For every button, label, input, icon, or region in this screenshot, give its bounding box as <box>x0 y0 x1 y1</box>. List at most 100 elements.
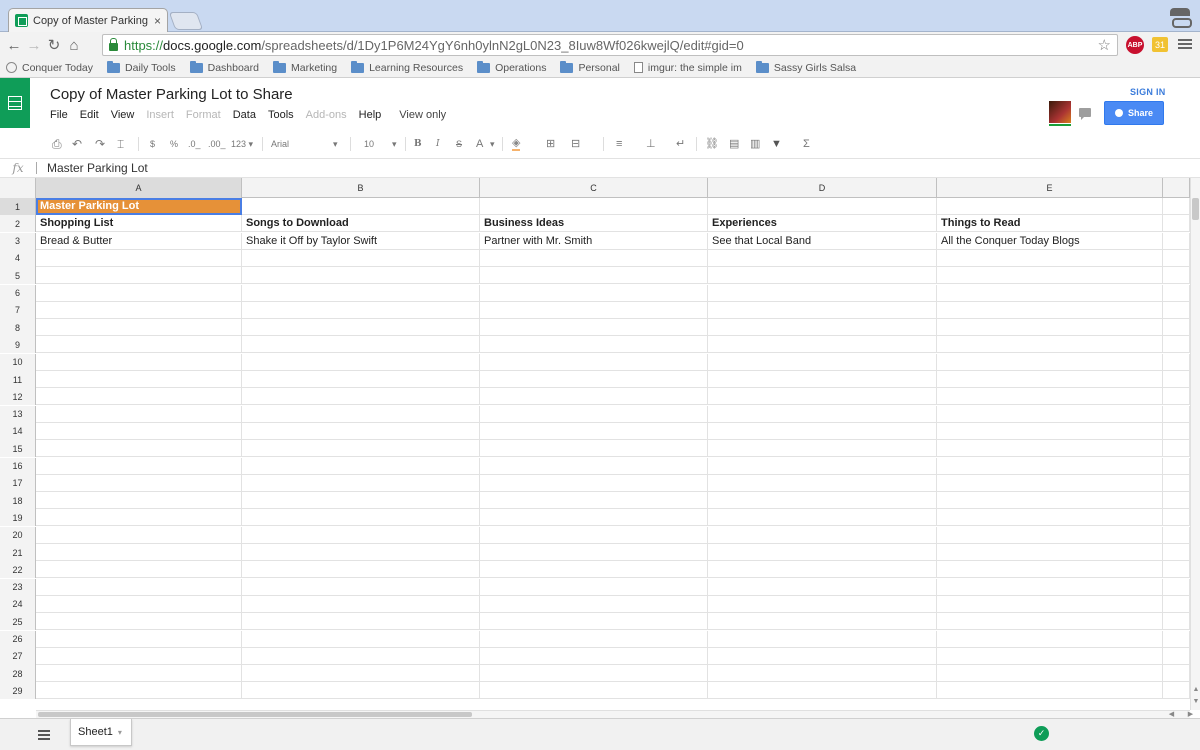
row-header[interactable]: 29 <box>0 682 36 700</box>
cell-blank[interactable] <box>1163 267 1190 285</box>
vertical-scroll-thumb[interactable] <box>1192 198 1199 220</box>
cell-e15[interactable] <box>937 440 1163 458</box>
cell-c7[interactable] <box>480 301 708 319</box>
text-color-dropdown-icon[interactable]: ▾ <box>490 137 495 151</box>
decrease-decimal-button[interactable]: .0_ <box>188 137 201 151</box>
cell-blank[interactable] <box>1163 198 1190 215</box>
bookmark-item[interactable]: Conquer Today <box>6 62 93 74</box>
cell-c18[interactable] <box>480 492 708 510</box>
formula-input[interactable]: Master Parking Lot <box>47 161 148 175</box>
cell-e19[interactable] <box>937 509 1163 527</box>
cell-a7[interactable] <box>36 301 242 319</box>
cell-a10[interactable] <box>36 353 242 371</box>
cell-b27[interactable] <box>242 647 480 665</box>
menu-edit[interactable]: Edit <box>80 109 99 121</box>
cell-blank[interactable] <box>1163 371 1190 388</box>
column-header-d[interactable]: D <box>708 178 937 198</box>
cell-c29[interactable] <box>480 682 708 700</box>
cell-b21[interactable] <box>242 544 480 561</box>
row-header[interactable]: 2 <box>0 215 36 233</box>
cell-a14[interactable] <box>36 422 242 440</box>
cell-b20[interactable] <box>242 526 480 544</box>
bookmark-item[interactable]: Personal <box>560 60 620 74</box>
bookmark-item[interactable]: Marketing <box>272 60 337 74</box>
functions-button[interactable]: Σ <box>803 137 810 151</box>
cell-a3[interactable]: Bread & Butter <box>36 232 242 250</box>
cell-blank[interactable] <box>1163 215 1190 233</box>
cell-c9[interactable] <box>480 336 708 354</box>
cell-b5[interactable] <box>242 267 480 285</box>
cell-b8[interactable] <box>242 319 480 337</box>
cell-e3[interactable]: All the Conquer Today Blogs <box>937 232 1163 250</box>
cell-b25[interactable] <box>242 613 480 631</box>
row-header[interactable]: 16 <box>0 457 36 475</box>
cell-b29[interactable] <box>242 682 480 700</box>
cell-d7[interactable] <box>708 301 937 319</box>
menu-insert[interactable]: Insert <box>146 109 174 121</box>
cell-blank[interactable] <box>1163 544 1190 561</box>
cell-b16[interactable] <box>242 457 480 475</box>
cell-blank[interactable] <box>1163 509 1190 527</box>
cell-b18[interactable] <box>242 492 480 510</box>
cell-a13[interactable] <box>36 405 242 423</box>
cell-a1[interactable]: Master Parking Lot <box>36 198 242 215</box>
cell-c26[interactable] <box>480 630 708 648</box>
horizontal-scroll-thumb[interactable] <box>38 712 472 717</box>
cell-b9[interactable] <box>242 336 480 354</box>
cell-blank[interactable] <box>1163 613 1190 631</box>
text-color-button[interactable]: A <box>476 137 483 151</box>
cell-e2[interactable]: Things to Read <box>937 215 1163 233</box>
row-header[interactable]: 1 <box>0 198 36 215</box>
menu-view[interactable]: View <box>111 109 135 121</box>
cell-c19[interactable] <box>480 509 708 527</box>
cell-c20[interactable] <box>480 526 708 544</box>
cell-c23[interactable] <box>480 578 708 596</box>
cell-a8[interactable] <box>36 319 242 337</box>
horizontal-scrollbar[interactable] <box>36 710 1190 718</box>
cell-b15[interactable] <box>242 440 480 458</box>
home-icon[interactable]: ⌂ <box>64 35 84 55</box>
sheet-tab[interactable]: Sheet1 ▾ <box>70 719 132 746</box>
cell-b19[interactable] <box>242 509 480 527</box>
cell-c25[interactable] <box>480 613 708 631</box>
vertical-scrollbar[interactable]: ▲ ▼ <box>1190 178 1200 710</box>
row-header[interactable]: 20 <box>0 526 36 544</box>
cell-a29[interactable] <box>36 682 242 700</box>
cell-b17[interactable] <box>242 474 480 492</box>
cell-d21[interactable] <box>708 544 937 561</box>
cell-d22[interactable] <box>708 561 937 579</box>
row-header[interactable]: 11 <box>0 371 36 388</box>
cell-d16[interactable] <box>708 457 937 475</box>
cell-a2[interactable]: Shopping List <box>36 215 242 233</box>
cell-b7[interactable] <box>242 301 480 319</box>
cell-a27[interactable] <box>36 647 242 665</box>
cell-a6[interactable] <box>36 284 242 302</box>
cell-a4[interactable] <box>36 249 242 267</box>
cell-blank[interactable] <box>1163 682 1190 700</box>
cell-d20[interactable] <box>708 526 937 544</box>
cell-a5[interactable] <box>36 267 242 285</box>
comments-icon[interactable] <box>1079 108 1091 120</box>
cell-b4[interactable] <box>242 249 480 267</box>
cell-a19[interactable] <box>36 509 242 527</box>
cell-e29[interactable] <box>937 682 1163 700</box>
select-all-corner[interactable] <box>0 178 36 198</box>
cell-b2[interactable]: Songs to Download <box>242 215 480 233</box>
address-bar[interactable]: https://docs.google.com/spreadsheets/d/1… <box>102 34 1118 56</box>
filter-icon[interactable]: ▼ <box>771 137 782 151</box>
cell-c14[interactable] <box>480 422 708 440</box>
cell-e16[interactable] <box>937 457 1163 475</box>
font-family-dropdown-icon[interactable]: ▾ <box>333 137 338 151</box>
paint-format-icon[interactable]: ⌶ <box>117 137 124 151</box>
cell-blank[interactable] <box>1163 422 1190 440</box>
cell-a28[interactable] <box>36 665 242 683</box>
cell-c10[interactable] <box>480 353 708 371</box>
cell-d2[interactable]: Experiences <box>708 215 937 233</box>
row-header[interactable]: 28 <box>0 665 36 683</box>
undo-icon[interactable]: ↶ <box>72 137 82 151</box>
cell-e10[interactable] <box>937 353 1163 371</box>
cell-d28[interactable] <box>708 665 937 683</box>
row-header[interactable]: 8 <box>0 319 36 337</box>
cell-c28[interactable] <box>480 665 708 683</box>
cell-a18[interactable] <box>36 492 242 510</box>
